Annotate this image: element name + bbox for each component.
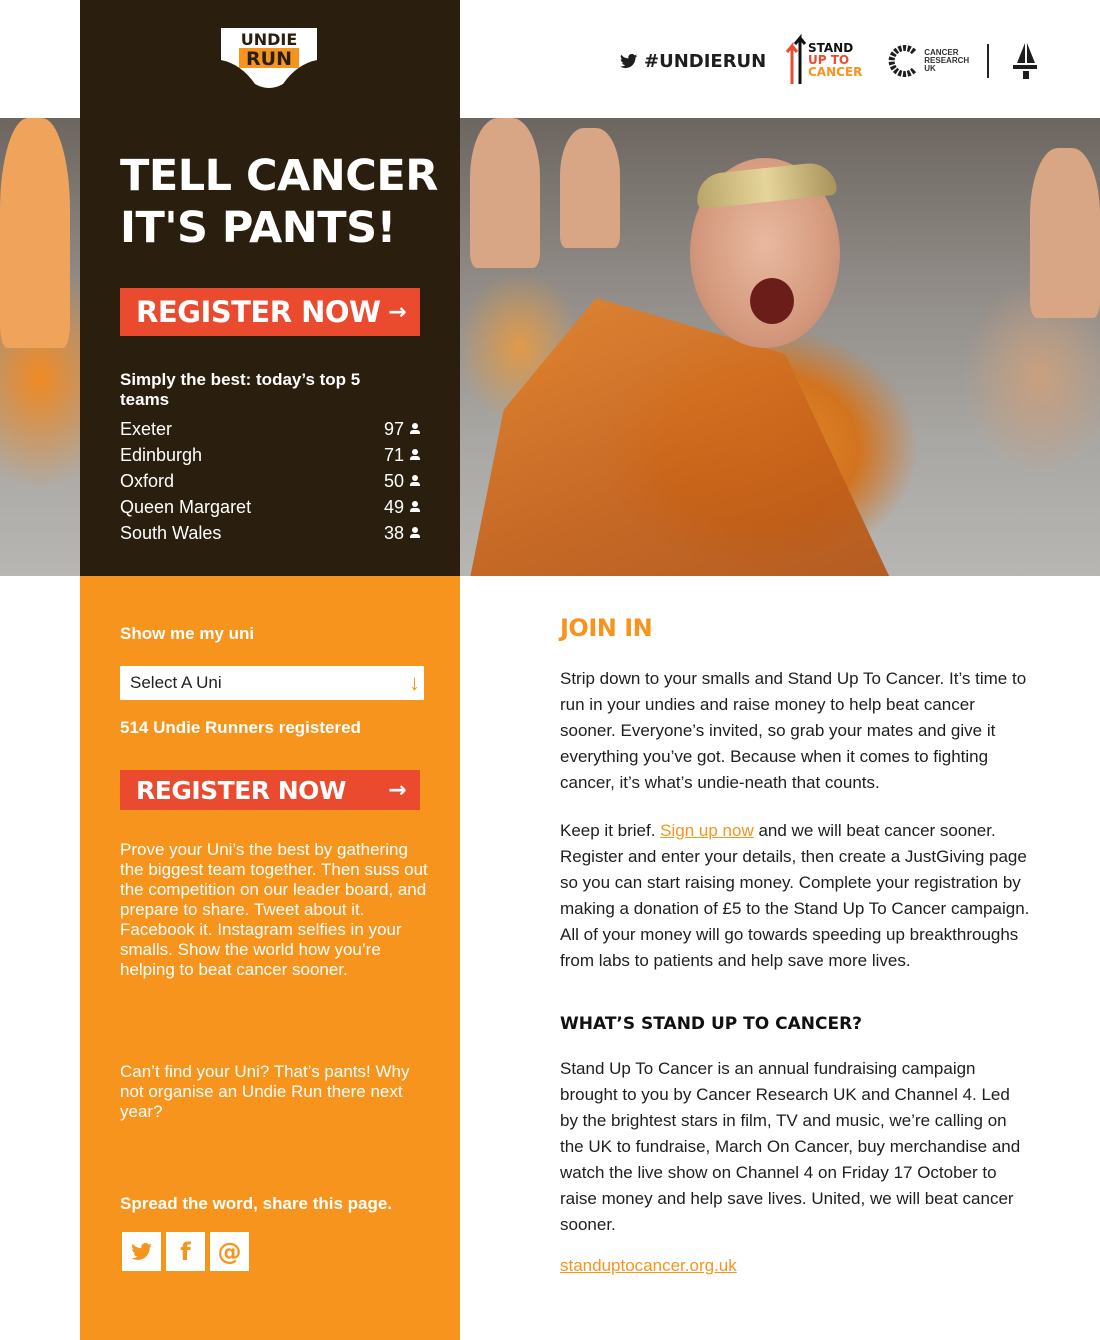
register-now-label: REGISTER NOW (136, 295, 381, 329)
hashtag-text: #UNDIERUN (644, 50, 767, 72)
share-buttons: f @ (122, 1232, 249, 1271)
signup-text-before: Keep it brief. (560, 821, 661, 840)
runner-mouth (750, 278, 794, 324)
person-icon (410, 475, 420, 487)
uni-select-value: Select A Uni (130, 673, 222, 692)
page-headline: TELL CANCER IT'S PANTS! (120, 150, 440, 254)
list-item: Edinburgh 71 (120, 442, 420, 468)
signup-paragraph: Keep it brief. Sign up now and we will b… (560, 818, 1030, 974)
main-content: JOIN IN Strip down to your smalls and St… (560, 614, 1030, 1276)
runner-figure (560, 128, 620, 248)
runner-figure (0, 118, 70, 348)
share-heading: Spread the word, share this page. (120, 1194, 393, 1213)
join-in-heading: JOIN IN (560, 614, 653, 642)
undie-run-logo[interactable]: UNDIE RUN (219, 26, 319, 92)
sidebar: Show me my uni Select A Uni ↓ 514 Undie … (80, 576, 460, 1340)
cant-find-uni-text: Can’t find your Uni? That’s pants! Why n… (120, 1062, 410, 1121)
top5-title: Simply the best: today’s top 5 teams (120, 370, 361, 409)
team-name: Queen Margaret (120, 496, 252, 517)
person-icon (410, 527, 420, 539)
facebook-icon: f (180, 1237, 191, 1266)
cancer-research-uk-logo[interactable]: CANCER RESEARCH UK (888, 45, 969, 77)
list-item: Queen Margaret 49 (120, 494, 420, 520)
svg-text:CANCER: CANCER (808, 65, 862, 79)
team-count: 50 (383, 470, 404, 491)
headline-line-2: IT'S PANTS! (120, 203, 396, 253)
cruk-line: UK (924, 64, 936, 73)
team-name: Oxford (120, 470, 175, 491)
stand-up-to-cancer-logo[interactable]: STAND UP TO CANCER (784, 34, 870, 88)
runner-figure (1030, 148, 1100, 318)
share-facebook-button[interactable]: f (166, 1232, 205, 1271)
arrow-right-icon: → (388, 777, 406, 803)
person-icon (410, 449, 420, 461)
svg-text:UNDIE: UNDIE (241, 30, 298, 49)
uni-select[interactable]: Select A Uni ↓ (120, 666, 424, 700)
sutc-subheading: WHAT’S STAND UP TO CANCER? (560, 1014, 863, 1034)
list-item: Exeter 97 (120, 416, 420, 442)
svg-text:RUN: RUN (246, 48, 292, 70)
signup-text-after: and we will beat cancer sooner. Register… (560, 821, 1030, 970)
registered-count: 514 Undie Runners registered (120, 718, 361, 737)
team-name: Edinburgh (120, 444, 203, 465)
cruk-text: CANCER RESEARCH UK (924, 49, 969, 73)
team-name: Exeter (120, 418, 173, 439)
logo-divider (987, 44, 990, 78)
register-now-button[interactable]: REGISTER NOW → (120, 288, 420, 336)
share-twitter-button[interactable] (122, 1232, 161, 1271)
hero-panel: UNDIE RUN TELL CANCER IT'S PANTS! REGIST… (80, 0, 460, 576)
channel-4-logo[interactable] (1007, 41, 1043, 81)
arrow-down-icon: ↓ (409, 670, 420, 695)
team-count: 97 (383, 418, 404, 439)
register-now-button-secondary[interactable]: REGISTER NOW → (120, 770, 420, 810)
orange-cape (470, 298, 890, 576)
team-name: South Wales (120, 522, 222, 543)
partner-bar: #UNDIERUN STAND UP TO CANCER CANCER RESE… (620, 34, 1043, 88)
email-icon: @ (217, 1237, 242, 1266)
list-item: Oxford 50 (120, 468, 420, 494)
list-item: South Wales 38 (120, 520, 420, 546)
twitter-icon (130, 1242, 152, 1260)
cruk-c-icon (888, 45, 917, 77)
person-icon (410, 501, 420, 513)
headline-line-1: TELL CANCER (120, 151, 438, 201)
person-icon (410, 423, 420, 435)
share-email-button[interactable]: @ (210, 1232, 249, 1271)
show-uni-label: Show me my uni (120, 624, 255, 643)
runner-figure (470, 118, 540, 268)
team-count: 49 (383, 496, 404, 517)
register-now-label: REGISTER NOW (136, 775, 347, 805)
hashtag-link[interactable]: #UNDIERUN (620, 51, 766, 72)
team-count: 38 (383, 522, 404, 543)
intro-paragraph: Strip down to your smalls and Stand Up T… (560, 669, 1027, 792)
top5-list: Exeter 97 Edinburgh 71 Oxford 50 Queen M… (120, 416, 420, 546)
sutc-paragraph: Stand Up To Cancer is an annual fundrais… (560, 1059, 1021, 1234)
team-count: 71 (383, 444, 404, 465)
arrow-right-icon: → (388, 299, 406, 325)
twitter-bird-icon (620, 53, 638, 68)
prove-uni-text: Prove your Uni’s the best by gathering t… (120, 840, 428, 979)
sign-up-now-link[interactable]: Sign up now (660, 821, 754, 840)
sutc-site-link[interactable]: standuptocancer.org.uk (560, 1256, 1030, 1276)
